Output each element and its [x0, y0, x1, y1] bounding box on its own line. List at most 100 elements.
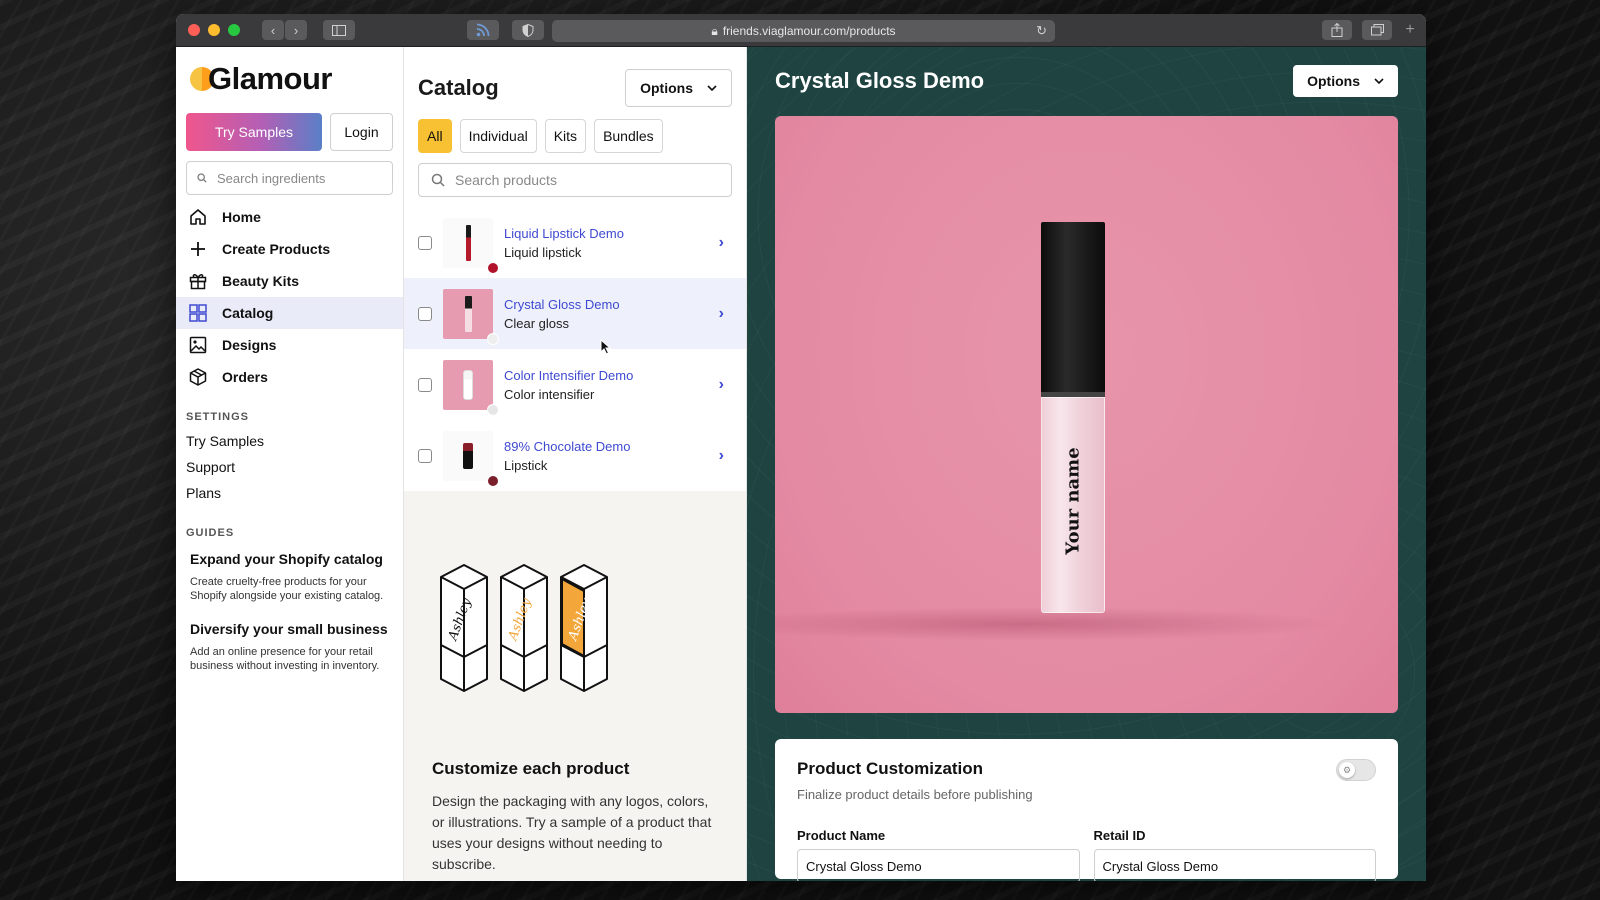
sidebar-icon [332, 24, 346, 36]
brand-logo[interactable]: Glamour [186, 61, 393, 97]
product-checkbox[interactable] [418, 306, 432, 321]
sidebar-item-create-products[interactable]: Create Products [176, 233, 403, 265]
lock-icon: 🔒︎ [711, 23, 718, 38]
promo-block: Customize each product Design the packag… [432, 759, 712, 875]
ingredient-search-input[interactable]: Search ingredients [186, 161, 393, 195]
page-title: Catalog [418, 75, 499, 100]
product-row[interactable]: 89% Chocolate Demo Lipstick › [404, 420, 746, 491]
sidebar-nav: Home Create Products Beauty Kits Catalog… [176, 201, 403, 393]
forward-button[interactable]: › [285, 20, 307, 40]
promo-title: Customize each product [432, 759, 630, 778]
rss-button[interactable] [467, 20, 499, 40]
sidebar-item-orders[interactable]: Orders [176, 361, 403, 393]
login-button[interactable]: Login [330, 113, 393, 151]
product-search-placeholder: Search products [455, 172, 557, 188]
sidebar-item-beauty-kits[interactable]: Beauty Kits [176, 265, 403, 297]
product-name[interactable]: Crystal Gloss Demo [504, 297, 719, 312]
product-name[interactable]: Color Intensifier Demo [504, 368, 719, 383]
back-button[interactable]: ‹ [262, 20, 284, 40]
chevron-right-icon[interactable]: › [719, 447, 724, 465]
options-label: Options [1307, 73, 1360, 89]
guide-card[interactable]: Diversify your small business Add an onl… [186, 621, 393, 673]
filter-all[interactable]: All [418, 119, 452, 153]
guide-card[interactable]: Expand your Shopify catalog Create cruel… [186, 551, 393, 603]
customization-subtitle: Finalize product details before publishi… [797, 787, 1033, 802]
gear-icon: ⚙ [1339, 762, 1355, 778]
lip-gloss-tube: Your name [1041, 222, 1105, 613]
guide-description: Create cruelty-free products for your Sh… [190, 576, 384, 602]
filter-bundles[interactable]: Bundles [594, 119, 663, 153]
product-row[interactable]: Liquid Lipstick Demo Liquid lipstick › [404, 207, 746, 278]
product-detail-title: Crystal Gloss Demo [775, 68, 985, 93]
share-button[interactable] [1322, 20, 1352, 40]
chevron-right-icon[interactable]: › [719, 376, 724, 394]
search-icon [197, 173, 207, 183]
sidebar-toggle-button[interactable] [323, 20, 355, 40]
sidebar-item-label: Designs [222, 337, 277, 353]
history-nav: ‹ › [262, 20, 307, 40]
reload-icon[interactable]: ↻ [1036, 23, 1047, 39]
tube-body: Your name [1041, 397, 1105, 613]
home-icon [188, 207, 208, 227]
product-name-field[interactable]: Crystal Gloss Demo [797, 849, 1080, 881]
minimize-window-button[interactable] [208, 24, 220, 36]
product-checkbox[interactable] [418, 377, 432, 392]
sidebar-item-label: Beauty Kits [222, 273, 300, 289]
sidebar-item-catalog[interactable]: Catalog [176, 297, 403, 329]
tube-label-text: Your name [1062, 447, 1084, 555]
main-sidebar: Glamour Try Samples Login Search ingredi… [176, 47, 404, 881]
customization-toggle[interactable]: ⚙ [1336, 759, 1376, 781]
maximize-window-button[interactable] [228, 24, 240, 36]
share-icon [1331, 23, 1343, 37]
sidebar-item-designs[interactable]: Designs [176, 329, 403, 361]
settings-link-try-samples[interactable]: Try Samples [186, 433, 393, 449]
filter-kits[interactable]: Kits [544, 119, 587, 153]
product-thumbnail [443, 359, 499, 416]
grid-icon [188, 303, 208, 323]
browser-titlebar: ‹ › 🔒︎ friends.viaglamour.com/products ↻… [176, 14, 1426, 47]
filter-individual[interactable]: Individual [459, 119, 537, 153]
product-name[interactable]: 89% Chocolate Demo [504, 439, 719, 454]
product-list: Liquid Lipstick Demo Liquid lipstick › C… [404, 207, 746, 491]
guide-title: Diversify your small business [190, 621, 388, 637]
product-thumbnail [443, 430, 499, 487]
color-swatch [487, 474, 499, 487]
sidebar-item-label: Catalog [222, 305, 274, 321]
retail-id-field[interactable]: Crystal Gloss Demo [1093, 849, 1376, 881]
rss-icon [476, 23, 490, 37]
product-name[interactable]: Liquid Lipstick Demo [504, 226, 719, 241]
settings-link-plans[interactable]: Plans [186, 485, 393, 501]
new-tab-button[interactable]: + [1398, 20, 1422, 40]
product-name-label: Product Name [797, 828, 886, 843]
tab-overview-button[interactable] [1362, 20, 1392, 40]
tube-cap [1041, 222, 1105, 392]
privacy-button[interactable] [512, 20, 544, 40]
product-type: Liquid lipstick [504, 244, 582, 260]
detail-options-button[interactable]: Options [1293, 65, 1398, 97]
settings-link-support[interactable]: Support [186, 459, 393, 475]
sidebar-item-home[interactable]: Home [176, 201, 403, 233]
catalog-options-button[interactable]: Options [625, 69, 732, 107]
chevron-left-icon: ‹ [270, 22, 276, 38]
logo-text: Glamour [208, 61, 332, 96]
sidebar-item-label: Home [222, 209, 261, 225]
retail-id-label: Retail ID [1093, 828, 1146, 843]
product-row[interactable]: Color Intensifier Demo Color intensifier… [404, 349, 746, 420]
chevron-right-icon[interactable]: › [719, 234, 724, 252]
close-window-button[interactable] [188, 24, 200, 36]
window-controls [188, 24, 240, 36]
catalog-filters: All Individual Kits Bundles [418, 119, 732, 153]
sidebar-item-label: Orders [222, 369, 268, 385]
customization-title: Product Customization [797, 759, 984, 778]
product-row[interactable]: Crystal Gloss Demo Clear gloss › [404, 278, 746, 349]
chevron-down-icon [707, 85, 717, 91]
try-samples-button[interactable]: Try Samples [186, 113, 322, 151]
product-checkbox[interactable] [418, 448, 432, 463]
address-bar[interactable]: 🔒︎ friends.viaglamour.com/products ↻ [552, 20, 1055, 42]
chevron-right-icon[interactable]: › [719, 305, 724, 323]
color-swatch [487, 261, 499, 274]
product-search-input[interactable]: Search products [418, 163, 732, 197]
product-checkbox[interactable] [418, 235, 432, 250]
mouse-cursor-icon [600, 339, 612, 355]
catalog-panel: Catalog Options All Individual Kits Bund… [404, 47, 747, 881]
